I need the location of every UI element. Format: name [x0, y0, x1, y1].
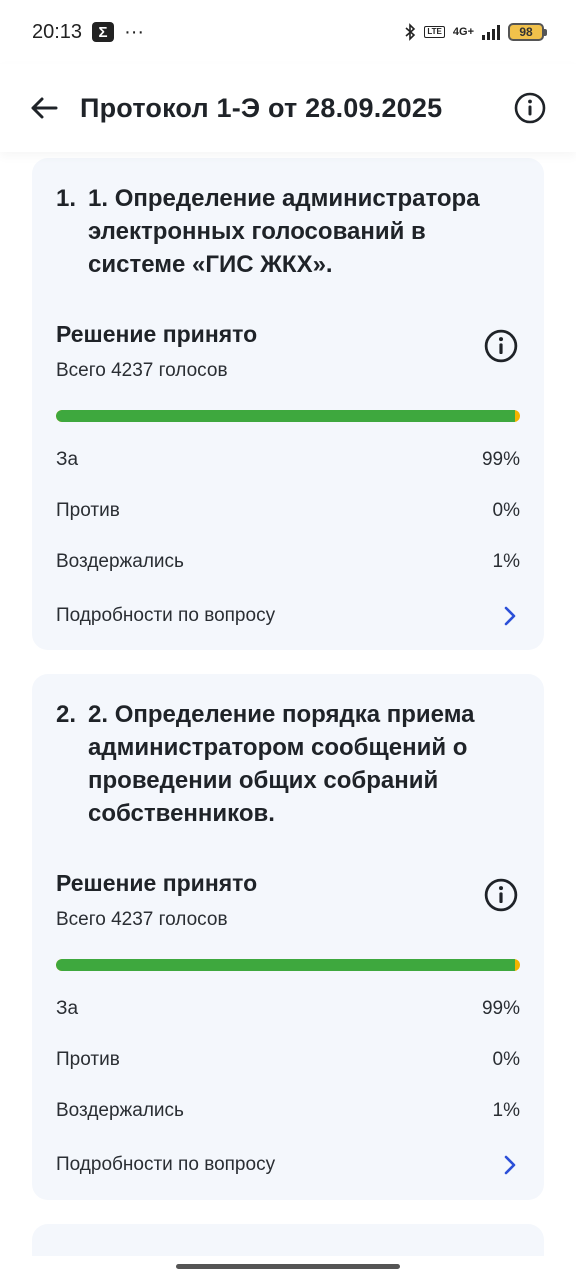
status-bar: 20:13 Σ ··· LTE 4G+ 98	[0, 0, 576, 64]
decision-block: Решение принято Всего 4237 голосов	[56, 870, 257, 931]
signal-icon	[482, 24, 500, 40]
question-number: 1.	[56, 185, 77, 212]
vote-value: 99%	[481, 997, 520, 1019]
vote-progress-for	[56, 959, 516, 971]
vote-label: Против	[56, 499, 120, 521]
question-card: 1. 1. Определение администратора электро…	[32, 158, 544, 650]
question-number: 2.	[56, 701, 77, 728]
arrow-left-icon	[31, 97, 58, 119]
info-button[interactable]	[514, 92, 546, 124]
question-card: 2. 2. Определение порядка приема админис…	[32, 674, 544, 1200]
vote-progress-bar	[56, 410, 520, 422]
decision-block: Решение принято Всего 4237 голосов	[56, 321, 257, 382]
vote-label: За	[56, 448, 79, 470]
vote-value: 1%	[492, 1099, 520, 1121]
vote-row-against: Против 0%	[56, 485, 520, 536]
decision-row: Решение принято Всего 4237 голосов	[56, 321, 520, 382]
page-title: Протокол 1-Э от 28.09.2025	[80, 92, 443, 123]
vote-row-for: За 99%	[56, 434, 520, 485]
question-title: 1. 1. Определение администратора электро…	[56, 182, 520, 281]
question-title: 2. 2. Определение порядка приема админис…	[56, 698, 520, 830]
vote-value: 99%	[481, 448, 520, 470]
question-text: 1. Определение администратора электронны…	[88, 185, 480, 278]
decision-status: Решение принято	[56, 321, 258, 347]
sigma-notification-icon: Σ	[92, 22, 115, 42]
vote-label: За	[56, 997, 79, 1019]
more-notifications-icon: ···	[124, 20, 145, 43]
vote-row-abstain: Воздержались 1%	[56, 1085, 520, 1136]
vote-progress-bar	[56, 959, 520, 971]
back-button[interactable]	[30, 94, 58, 122]
vote-progress-for	[56, 410, 516, 422]
bluetooth-icon	[405, 23, 416, 41]
status-left: 20:13 Σ ···	[32, 21, 144, 44]
gesture-home-bar[interactable]	[176, 1264, 400, 1269]
total-votes: Всего 4237 голосов	[56, 360, 228, 381]
chevron-right-icon	[504, 1155, 516, 1175]
vote-value: 1%	[492, 550, 520, 572]
details-label: Подробности по вопросу	[56, 605, 276, 626]
vote-row-abstain: Воздержались 1%	[56, 536, 520, 587]
chevron-right-icon	[504, 606, 516, 626]
network-type: 4G+	[452, 26, 474, 38]
info-circle-icon[interactable]	[484, 878, 518, 912]
question-text: 2. Определение порядка приема администра…	[88, 701, 475, 827]
vote-label: Против	[56, 1048, 120, 1070]
decision-row: Решение принято Всего 4237 голосов	[56, 870, 520, 931]
details-label: Подробности по вопросу	[56, 1154, 276, 1175]
vote-label: Воздержались	[56, 1099, 184, 1121]
volte-icon: LTE	[424, 26, 445, 38]
details-link[interactable]: Подробности по вопросу	[56, 1136, 520, 1194]
battery-icon: 98	[508, 23, 547, 41]
vote-value: 0%	[492, 499, 520, 521]
info-circle-icon[interactable]	[484, 329, 518, 363]
status-right: LTE 4G+ 98	[404, 23, 547, 41]
info-circle-icon	[514, 92, 546, 124]
vote-row-against: Против 0%	[56, 1034, 520, 1085]
vote-row-for: За 99%	[56, 983, 520, 1034]
vote-label: Воздержались	[56, 550, 184, 572]
total-votes: Всего 4237 голосов	[56, 909, 228, 930]
question-card-partial	[32, 1224, 544, 1256]
app-header: Протокол 1-Э от 28.09.2025	[0, 64, 576, 152]
status-time: 20:13	[32, 20, 83, 43]
details-link[interactable]: Подробности по вопросу	[56, 587, 520, 645]
vote-value: 0%	[492, 1048, 520, 1070]
decision-status: Решение принято	[56, 870, 258, 896]
questions-list[interactable]: 1. 1. Определение администратора электро…	[0, 152, 576, 1256]
